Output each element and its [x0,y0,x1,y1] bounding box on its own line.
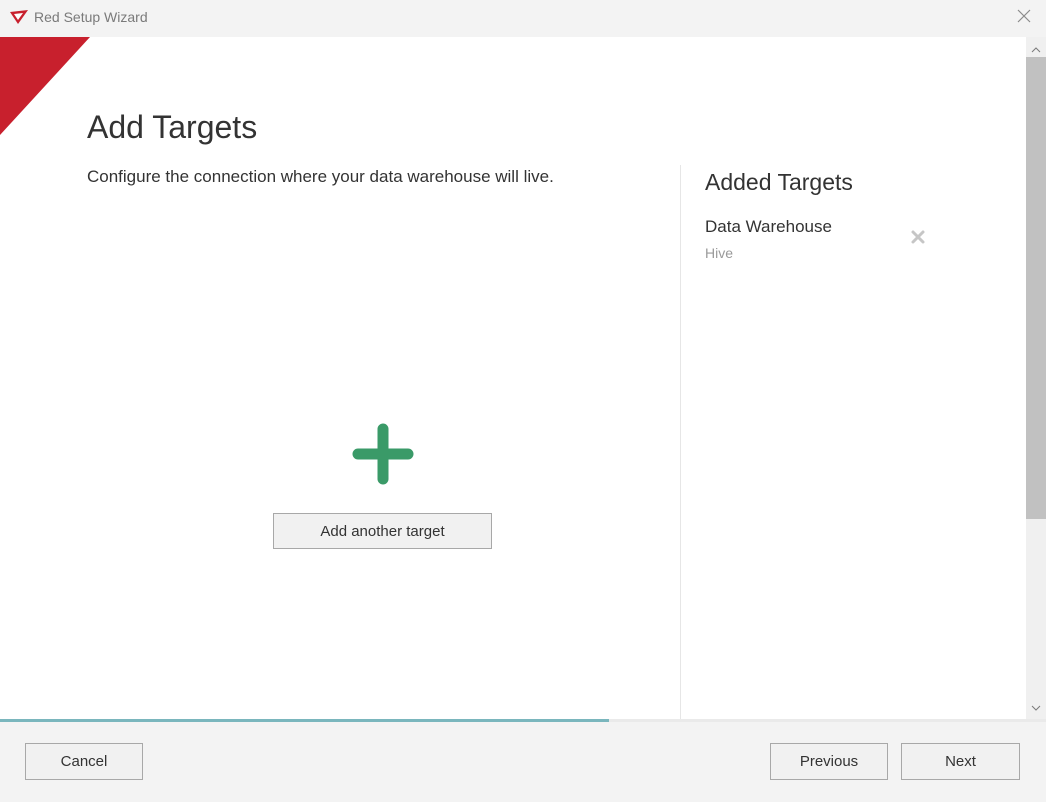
red-logo-icon [9,9,29,25]
next-button[interactable]: Next [901,743,1020,780]
target-name: Data Warehouse [705,217,832,236]
close-button[interactable] [1010,4,1038,32]
scroll-up-button[interactable] [1026,41,1046,57]
corner-brand-triangle [0,37,90,135]
page-title: Add Targets [87,109,258,145]
cancel-button[interactable]: Cancel [25,743,143,780]
chevron-up-icon [1031,40,1041,58]
setup-wizard-window: Red Setup Wizard Add Targets Configure t… [0,0,1046,802]
panel-divider [680,165,681,719]
title-bar: Red Setup Wizard [0,0,1046,36]
wizard-content: Add Targets Configure the connection whe… [0,37,1026,719]
added-targets-heading: Added Targets [705,169,853,195]
added-target-item: Data Warehouse Hive [705,215,935,267]
window-title: Red Setup Wizard [34,9,148,25]
remove-x-icon[interactable] [910,229,926,245]
plus-icon [352,423,414,485]
add-another-target-button[interactable]: Add another target [273,513,492,549]
scroll-down-button[interactable] [1026,699,1046,715]
close-icon [1017,9,1031,28]
page-subtitle: Configure the connection where your data… [87,167,554,186]
scroll-thumb[interactable] [1026,57,1046,519]
previous-button[interactable]: Previous [770,743,888,780]
wizard-footer: Cancel Previous Next [0,722,1046,802]
vertical-scrollbar[interactable] [1026,37,1046,719]
chevron-down-icon [1031,698,1041,716]
target-type: Hive [705,245,734,261]
